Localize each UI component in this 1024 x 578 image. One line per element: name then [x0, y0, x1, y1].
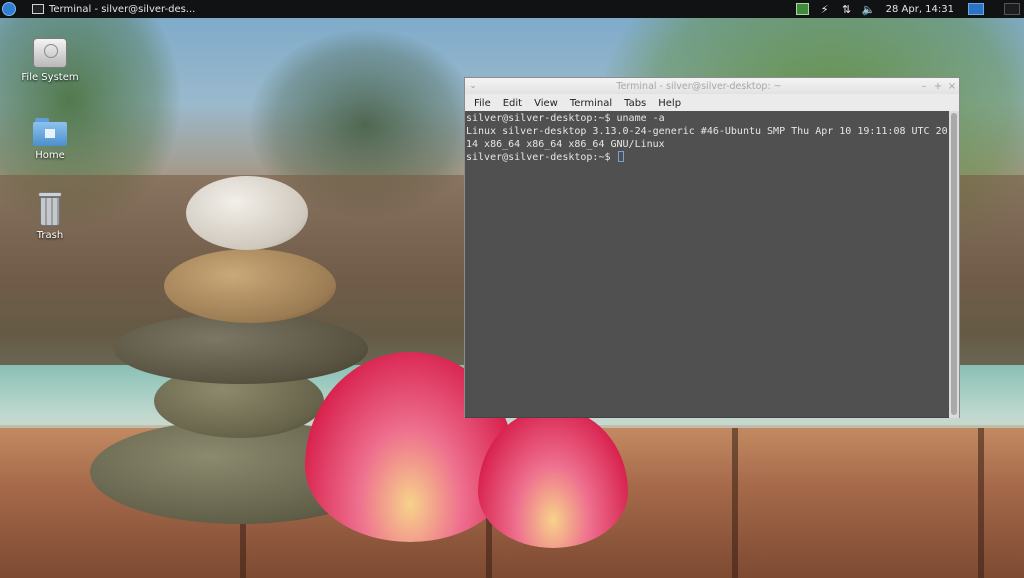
scrollbar[interactable]: [949, 111, 959, 418]
workspace-2-button[interactable]: [1004, 3, 1020, 15]
home-folder-icon: [33, 118, 67, 146]
system-tray: ⚡ ⇅ 🔈 28 Apr, 14:31: [792, 0, 1024, 18]
menu-tabs[interactable]: Tabs: [618, 98, 652, 109]
menu-terminal[interactable]: Terminal: [564, 98, 618, 109]
menu-edit[interactable]: Edit: [497, 98, 528, 109]
terminal-line: Linux silver-desktop 3.13.0-24-generic #…: [466, 125, 948, 137]
minimize-icon[interactable]: –: [917, 81, 931, 92]
desktop-icon-home[interactable]: Home: [15, 118, 85, 161]
applications-menu-button[interactable]: [0, 0, 18, 18]
text-cursor: [617, 151, 624, 163]
desktop-icon-trash[interactable]: Trash: [15, 192, 85, 241]
trash-icon: [38, 192, 62, 226]
workspace-1-button[interactable]: [968, 3, 984, 15]
window-menu-icon[interactable]: ⌄: [465, 81, 481, 91]
menu-file[interactable]: File: [468, 98, 497, 109]
close-icon[interactable]: ×: [945, 81, 959, 92]
terminal-prompt-line: silver@silver-desktop:~$: [466, 151, 949, 165]
volume-icon[interactable]: 🔈: [862, 2, 876, 16]
terminal-icon: [32, 4, 44, 14]
terminal-window: ⌄ Terminal - silver@silver-desktop: ~ – …: [464, 77, 960, 418]
terminal-output[interactable]: silver@silver-desktop:~$ uname -a Linux …: [465, 111, 949, 418]
maximize-icon[interactable]: +: [931, 81, 945, 92]
terminal-line: 14 x86_64 x86_64 x86_64 GNU/Linux: [466, 138, 665, 150]
taskbar-item-label: Terminal - silver@silver-des...: [49, 3, 196, 15]
power-icon[interactable]: ⚡: [818, 2, 832, 16]
terminal-line: silver@silver-desktop:~$ uname -a: [466, 113, 665, 124]
window-title: Terminal - silver@silver-desktop: ~: [616, 80, 782, 92]
clock[interactable]: 28 Apr, 14:31: [886, 4, 954, 15]
terminal-prompt: silver@silver-desktop:~$: [466, 152, 617, 164]
desktop-icon-label: File System: [21, 72, 79, 83]
menu-view[interactable]: View: [528, 98, 564, 109]
window-titlebar[interactable]: ⌄ Terminal - silver@silver-desktop: ~ – …: [465, 78, 959, 94]
desktop-icon-label: Home: [35, 150, 65, 161]
menu-help[interactable]: Help: [652, 98, 687, 109]
desktop-icon-label: Trash: [36, 230, 64, 241]
drive-icon: [33, 38, 67, 68]
scrollbar-thumb[interactable]: [951, 113, 957, 415]
menubar: File Edit View Terminal Tabs Help: [465, 95, 959, 111]
xfce-logo-icon: [2, 2, 16, 16]
network-icon[interactable]: [796, 2, 810, 16]
taskbar-item-terminal[interactable]: Terminal - silver@silver-des...: [26, 0, 201, 18]
top-panel: Terminal - silver@silver-des... ⚡ ⇅ 🔈 28…: [0, 0, 1024, 18]
transfer-icon[interactable]: ⇅: [840, 2, 854, 16]
desktop-icon-file-system[interactable]: File System: [15, 38, 85, 83]
